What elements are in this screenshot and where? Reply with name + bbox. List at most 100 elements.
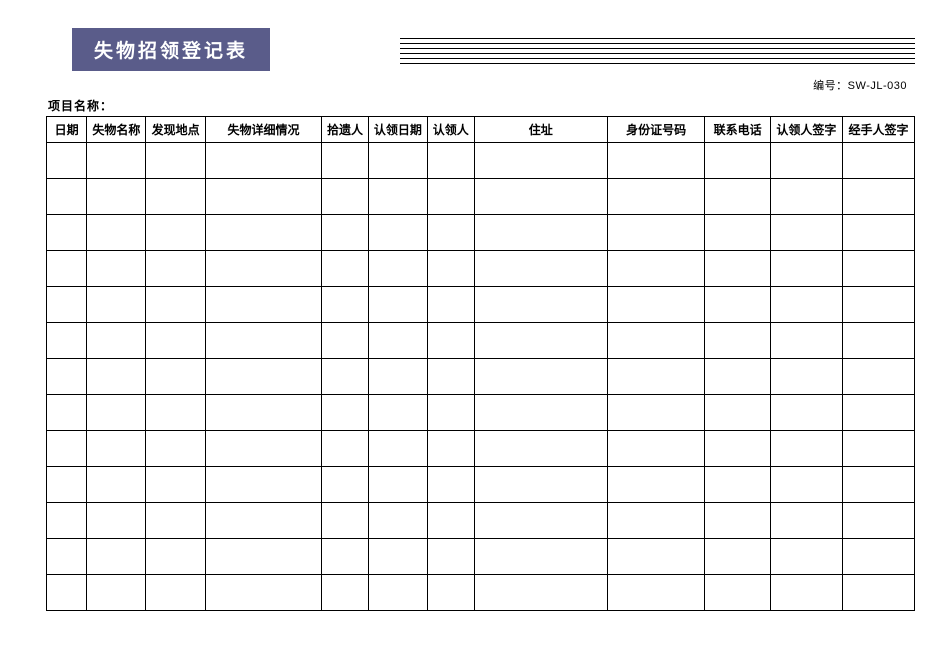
col-claimer-sign: 认领人签字 [770, 117, 842, 143]
table-cell [87, 287, 146, 323]
table-cell [205, 575, 321, 611]
table-cell [428, 467, 475, 503]
table-cell [368, 287, 427, 323]
table-cell [842, 467, 914, 503]
col-address: 住址 [474, 117, 607, 143]
table-cell [368, 215, 427, 251]
table-cell [705, 359, 771, 395]
table-cell [428, 575, 475, 611]
table-row [47, 359, 915, 395]
col-item-name: 失物名称 [87, 117, 146, 143]
table-cell [146, 395, 205, 431]
table-row [47, 575, 915, 611]
table-cell [474, 251, 607, 287]
table-cell [607, 467, 704, 503]
table-cell [146, 323, 205, 359]
table-cell [205, 467, 321, 503]
table-cell [607, 575, 704, 611]
table-cell [770, 503, 842, 539]
table-cell [842, 539, 914, 575]
table-cell [474, 359, 607, 395]
table-cell [607, 143, 704, 179]
table-cell [842, 251, 914, 287]
table-cell [428, 251, 475, 287]
table-row [47, 503, 915, 539]
table-cell [368, 323, 427, 359]
table-cell [770, 143, 842, 179]
doc-no-value: SW-JL-030 [848, 80, 907, 92]
table-cell [474, 143, 607, 179]
table-cell [474, 179, 607, 215]
table-cell [146, 467, 205, 503]
table-cell [322, 395, 369, 431]
table-cell [705, 431, 771, 467]
table-cell [47, 179, 87, 215]
table-cell [368, 539, 427, 575]
table-cell [87, 431, 146, 467]
table-cell [770, 323, 842, 359]
table-cell [47, 287, 87, 323]
table-cell [705, 143, 771, 179]
table-cell [146, 503, 205, 539]
table-cell [322, 539, 369, 575]
table-cell [47, 359, 87, 395]
table-cell [322, 251, 369, 287]
table-cell [146, 287, 205, 323]
lost-found-table: 日期 失物名称 发现地点 失物详细情况 拾遗人 认领日期 认领人 住址 身份证号… [46, 116, 915, 611]
table-cell [47, 431, 87, 467]
table-cell [368, 431, 427, 467]
table-cell [770, 287, 842, 323]
table-cell [87, 503, 146, 539]
table-cell [428, 431, 475, 467]
table-cell [87, 467, 146, 503]
table-cell [474, 467, 607, 503]
doc-no-label: 编号： [813, 80, 848, 92]
table-cell [607, 323, 704, 359]
table-cell [205, 323, 321, 359]
table-cell [205, 287, 321, 323]
col-claimer: 认领人 [428, 117, 475, 143]
table-cell [842, 143, 914, 179]
document-number: 编号：SW-JL-030 [46, 77, 915, 93]
table-cell [705, 179, 771, 215]
table-cell [428, 359, 475, 395]
table-cell [47, 143, 87, 179]
table-cell [205, 539, 321, 575]
table-cell [205, 215, 321, 251]
table-row [47, 539, 915, 575]
table-cell [47, 539, 87, 575]
table-cell [607, 503, 704, 539]
table-cell [474, 575, 607, 611]
table-cell [87, 539, 146, 575]
table-cell [607, 179, 704, 215]
col-date: 日期 [47, 117, 87, 143]
table-cell [770, 467, 842, 503]
table-cell [87, 251, 146, 287]
table-cell [205, 359, 321, 395]
table-cell [87, 395, 146, 431]
table-cell [770, 575, 842, 611]
table-cell [474, 539, 607, 575]
table-cell [47, 215, 87, 251]
table-cell [770, 179, 842, 215]
table-cell [368, 179, 427, 215]
table-cell [770, 215, 842, 251]
table-cell [474, 431, 607, 467]
table-cell [205, 251, 321, 287]
table-cell [428, 143, 475, 179]
table-cell [428, 539, 475, 575]
table-row [47, 323, 915, 359]
table-cell [205, 395, 321, 431]
table-cell [47, 251, 87, 287]
table-cell [47, 575, 87, 611]
table-cell [607, 287, 704, 323]
table-cell [428, 323, 475, 359]
table-cell [87, 143, 146, 179]
table-cell [47, 395, 87, 431]
table-cell [474, 395, 607, 431]
table-row [47, 179, 915, 215]
table-cell [146, 539, 205, 575]
table-cell [368, 359, 427, 395]
table-row [47, 287, 915, 323]
table-cell [705, 215, 771, 251]
